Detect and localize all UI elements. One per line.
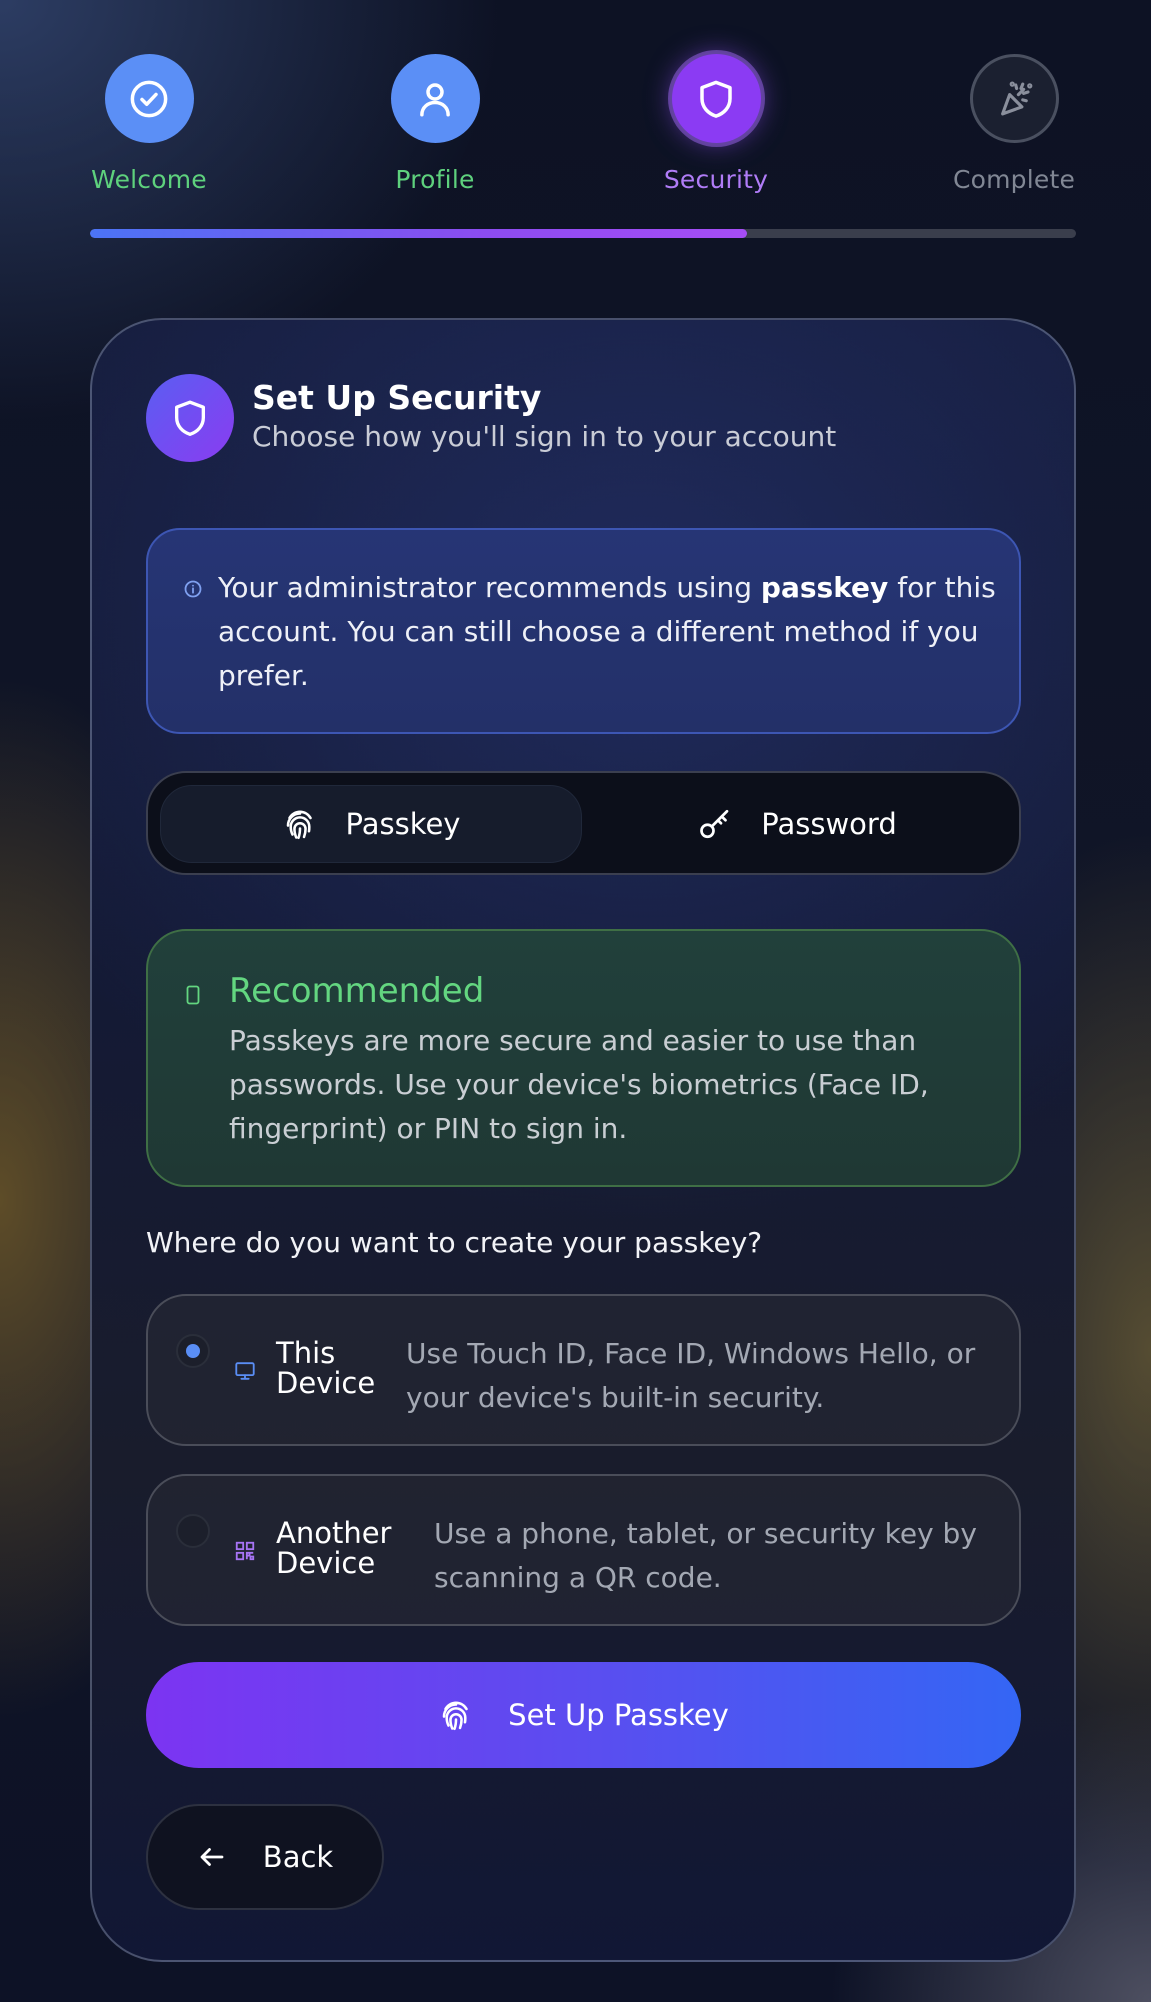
notice-text-emphasis: passkey — [760, 571, 889, 604]
step-profile[interactable]: Profile — [355, 54, 515, 194]
this-device-radio[interactable] — [176, 1334, 210, 1368]
step-label: Welcome — [91, 165, 207, 194]
another-device-radio[interactable] — [176, 1514, 210, 1548]
smartphone-icon — [186, 985, 200, 1005]
user-icon — [390, 54, 480, 143]
monitor-icon — [235, 1362, 255, 1380]
location-question: Where do you want to create your passkey… — [146, 1226, 763, 1259]
option-title: Another Device — [276, 1516, 392, 1580]
step-security[interactable]: Security — [636, 54, 796, 194]
shield-icon — [671, 54, 761, 143]
option-this-device[interactable]: This Device Use Touch ID, Face ID, Windo… — [146, 1294, 1021, 1446]
tab-password-label: Password — [761, 807, 897, 841]
fingerprint-icon — [286, 810, 312, 840]
option-description: Use a phone, tablet, or security key by … — [434, 1517, 977, 1594]
page-subtitle: Choose how you'll sign in to your accoun… — [252, 420, 837, 453]
progress-bar — [90, 229, 1076, 238]
check-circle-icon — [104, 54, 194, 143]
key-icon — [700, 809, 729, 839]
step-label: Complete — [952, 165, 1076, 194]
shield-icon — [146, 374, 234, 462]
back-button-label: Back — [262, 1840, 334, 1874]
tab-passkey[interactable]: Passkey — [160, 785, 582, 863]
step-complete[interactable]: Complete — [934, 54, 1094, 194]
step-welcome[interactable]: Welcome — [69, 54, 229, 194]
page-title: Set Up Security — [252, 378, 542, 417]
step-label: Profile — [395, 165, 475, 194]
recommended-callout: Recommended Passkeys are more secure and… — [146, 929, 1021, 1187]
notice-text-lead: Your administrator recommends using — [218, 571, 761, 604]
recommended-title: Recommended — [229, 971, 485, 1011]
security-card: Set Up Security Choose how you'll sign i… — [90, 318, 1076, 1962]
arrow-left-icon — [200, 1848, 224, 1866]
qr-code-icon — [235, 1541, 255, 1561]
step-label: Security — [663, 165, 769, 194]
primary-button-label: Set Up Passkey — [508, 1698, 729, 1732]
recommended-body: Passkeys are more secure and easier to u… — [229, 1024, 929, 1145]
tab-password[interactable]: Password — [586, 785, 1008, 863]
back-button[interactable]: Back — [146, 1804, 384, 1910]
tab-passkey-label: Passkey — [345, 807, 461, 841]
progress-fill — [90, 229, 748, 238]
set-up-passkey-button[interactable]: Set Up Passkey — [146, 1662, 1021, 1768]
fingerprint-icon — [442, 1701, 468, 1731]
info-icon — [184, 580, 202, 598]
option-another-device[interactable]: Another Device Use a phone, tablet, or s… — [146, 1474, 1021, 1626]
option-description: Use Touch ID, Face ID, Windows Hello, or… — [406, 1337, 976, 1414]
party-popper-icon — [969, 54, 1059, 143]
admin-recommendation-notice: Your administrator recommends using pass… — [146, 528, 1021, 734]
notice-text: Your administrator recommends using pass… — [218, 566, 998, 698]
option-title: This Device — [276, 1336, 376, 1400]
auth-method-toggle: Passkey Password — [146, 771, 1021, 875]
